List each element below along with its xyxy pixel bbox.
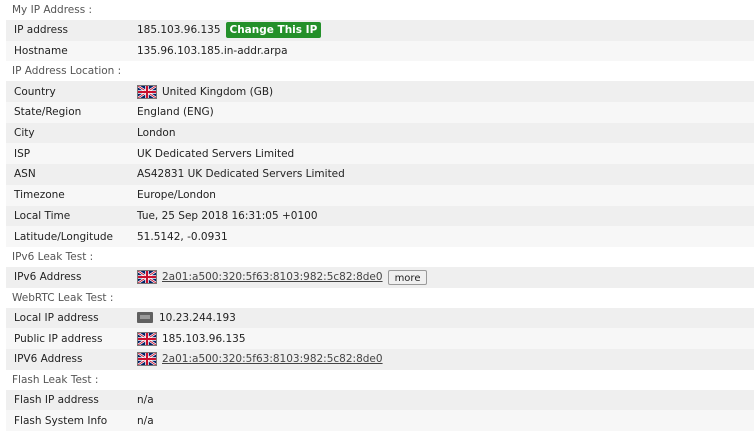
row-city: City London bbox=[6, 122, 754, 144]
change-ip-button[interactable]: Change This IP bbox=[225, 22, 322, 39]
row-webrtc-ipv6: IPV6 Address 2a01:a500:320:5f63:8103:982… bbox=[6, 348, 754, 370]
ip-info-table: My IP Address : IP address 185.103.96.13… bbox=[6, 0, 754, 431]
public-ip-value: 185.103.96.135 bbox=[162, 332, 246, 345]
city-value: London bbox=[137, 127, 176, 140]
ip-address-value: 185.103.96.135 bbox=[137, 24, 221, 37]
hostname-label: Hostname bbox=[14, 45, 68, 58]
uk-flag-icon bbox=[137, 270, 157, 285]
ipv6-address-label: IPv6 Address bbox=[14, 271, 82, 284]
local-ip-value-wrap: 10.23.244.193 bbox=[137, 312, 236, 324]
isp-label: ISP bbox=[14, 147, 31, 160]
local-ip-label: Local IP address bbox=[14, 311, 99, 324]
hostname-value: 135.96.103.185.in-addr.arpa bbox=[137, 45, 288, 58]
timezone-value: Europe/London bbox=[137, 189, 216, 202]
webrtc-ipv6-link[interactable]: 2a01:a500:320:5f63:8103:982:5c82:8de0 bbox=[162, 353, 383, 365]
local-ip-value: 10.23.244.193 bbox=[159, 311, 236, 324]
row-ipv6-address: IPv6 Address 2a01:a500:320:5f63:8103:982… bbox=[6, 266, 754, 288]
section-location: IP Address Location : bbox=[6, 61, 754, 82]
row-isp: ISP UK Dedicated Servers Limited bbox=[6, 143, 754, 165]
row-state: State/Region England (ENG) bbox=[6, 102, 754, 123]
timezone-label: Timezone bbox=[14, 189, 65, 202]
section-webrtc-leak: WebRTC Leak Test : bbox=[6, 287, 754, 308]
uk-flag-icon bbox=[137, 352, 157, 367]
isp-value: UK Dedicated Servers Limited bbox=[137, 147, 295, 160]
row-local-ip: Local IP address 10.23.244.193 bbox=[6, 307, 754, 329]
state-label: State/Region bbox=[14, 106, 82, 119]
flash-ip-label: Flash IP address bbox=[14, 393, 99, 406]
country-value: United Kingdom (GB) bbox=[162, 85, 274, 98]
network-icon bbox=[137, 312, 153, 324]
uk-flag-icon bbox=[137, 331, 157, 346]
city-label: City bbox=[14, 127, 35, 140]
row-asn: ASN AS42831 UK Dedicated Servers Limited bbox=[6, 164, 754, 185]
public-ip-label: Public IP address bbox=[14, 332, 103, 345]
section-my-ip: My IP Address : bbox=[6, 0, 754, 20]
state-value: England (ENG) bbox=[137, 106, 214, 119]
ip-address-value-wrap: 185.103.96.135 Change This IP bbox=[137, 22, 322, 39]
row-ip-address: IP address 185.103.96.135 Change This IP bbox=[6, 20, 754, 41]
public-ip-value-wrap: 185.103.96.135 bbox=[137, 331, 246, 346]
local-time-label: Local Time bbox=[14, 209, 71, 222]
row-local-time: Local Time Tue, 25 Sep 2018 16:31:05 +01… bbox=[6, 205, 754, 227]
flash-info-label: Flash System Info bbox=[14, 414, 108, 427]
webrtc-ipv6-value-wrap: 2a01:a500:320:5f63:8103:982:5c82:8de0 bbox=[137, 352, 383, 367]
asn-label: ASN bbox=[14, 168, 36, 181]
webrtc-ipv6-label: IPV6 Address bbox=[14, 353, 83, 366]
ip-address-label: IP address bbox=[14, 24, 69, 37]
row-hostname: Hostname 135.96.103.185.in-addr.arpa bbox=[6, 40, 754, 62]
country-value-wrap: United Kingdom (GB) bbox=[137, 84, 274, 99]
ipv6-address-value-wrap: 2a01:a500:320:5f63:8103:982:5c82:8de0 mo… bbox=[137, 269, 428, 285]
flash-info-value: n/a bbox=[137, 414, 154, 427]
row-public-ip: Public IP address 185.103.96.135 bbox=[6, 328, 754, 349]
row-country: Country United Kingdom (GB) bbox=[6, 81, 754, 103]
row-flash-info: Flash System Info n/a bbox=[6, 410, 754, 431]
lat-lon-label: Latitude/Longitude bbox=[14, 230, 113, 243]
row-flash-ip: Flash IP address n/a bbox=[6, 389, 754, 411]
uk-flag-icon bbox=[137, 84, 157, 99]
section-flash-leak: Flash Leak Test : bbox=[6, 369, 754, 390]
row-timezone: Timezone Europe/London bbox=[6, 184, 754, 206]
asn-value: AS42831 UK Dedicated Servers Limited bbox=[137, 168, 345, 181]
row-lat-lon: Latitude/Longitude 51.5142, -0.0931 bbox=[6, 226, 754, 247]
section-ipv6-leak: IPv6 Leak Test : bbox=[6, 246, 754, 267]
country-label: Country bbox=[14, 85, 56, 98]
lat-lon-value: 51.5142, -0.0931 bbox=[137, 230, 228, 243]
flash-ip-value: n/a bbox=[137, 393, 154, 406]
local-time-value: Tue, 25 Sep 2018 16:31:05 +0100 bbox=[137, 209, 318, 222]
more-button[interactable]: more bbox=[387, 269, 428, 285]
ipv6-address-link[interactable]: 2a01:a500:320:5f63:8103:982:5c82:8de0 bbox=[162, 271, 383, 283]
